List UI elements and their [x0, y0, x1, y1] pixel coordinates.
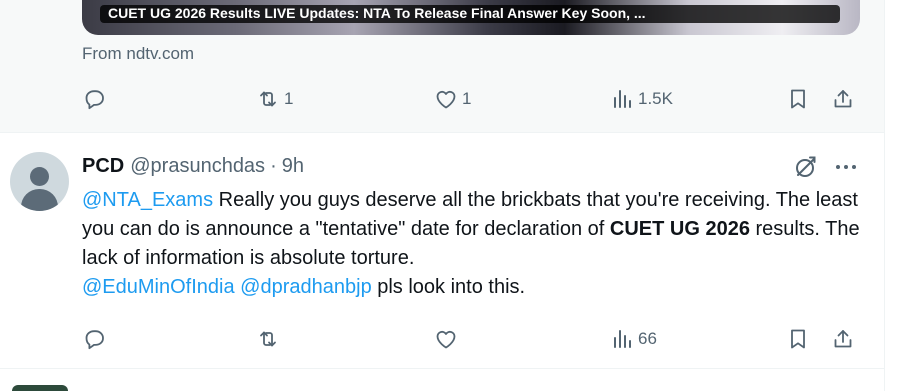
- link-card-headline[interactable]: CUET UG 2026 Results LIVE Updates: NTA T…: [100, 5, 840, 23]
- link-card-source: From ndtv.com: [82, 44, 195, 63]
- views-icon: [614, 90, 631, 108]
- share-icon: [834, 330, 852, 348]
- mention-dpradhanbjp[interactable]: @dpradhanbjp: [240, 276, 372, 298]
- bookmark-button[interactable]: [786, 84, 810, 114]
- next-post-avatar[interactable]: [12, 385, 68, 391]
- timeline: CUET UG 2026 Results LIVE Updates: NTA T…: [0, 0, 884, 391]
- share-icon: [834, 90, 852, 108]
- post-text-bold: CUET UG 2026: [609, 218, 750, 240]
- like-count: 1: [462, 89, 472, 108]
- bookmark-button[interactable]: [786, 324, 810, 354]
- share-button[interactable]: [831, 324, 855, 354]
- post-prasunchdas[interactable]: PCD @prasunchdas · 9h @NTA_Exams Really …: [0, 134, 884, 369]
- post-ndtv-share[interactable]: CUET UG 2026 Results LIVE Updates: NTA T…: [0, 0, 884, 133]
- avatar[interactable]: [10, 152, 69, 211]
- views-count: 66: [638, 329, 657, 348]
- page-gutter: [884, 0, 901, 391]
- views-button[interactable]: 66: [610, 324, 657, 354]
- mention-eduminofindia[interactable]: @EduMinOfIndia: [82, 276, 235, 298]
- reply-button[interactable]: [82, 84, 110, 114]
- separator-dot: ·: [270, 154, 277, 177]
- more-icon[interactable]: [832, 156, 860, 178]
- like-icon: [436, 330, 456, 349]
- avatar-head-shape: [30, 167, 49, 186]
- repost-count: 1: [284, 89, 294, 108]
- post-actions-bar: 1 1 1.5K: [82, 84, 860, 114]
- user-handle[interactable]: @prasunchdas: [130, 155, 265, 178]
- display-name[interactable]: PCD: [82, 155, 124, 178]
- views-button[interactable]: 1.5K: [610, 84, 673, 114]
- repost-button[interactable]: 1: [256, 84, 293, 114]
- post-text-segment: pls look into this.: [371, 276, 526, 298]
- views-icon: [614, 330, 631, 348]
- repost-icon: [260, 91, 276, 107]
- reply-button[interactable]: [82, 324, 110, 354]
- views-count: 1.5K: [638, 89, 673, 108]
- post-timestamp[interactable]: 9h: [282, 155, 304, 178]
- post-header: PCD @prasunchdas · 9h: [82, 154, 304, 178]
- repost-icon: [260, 331, 276, 347]
- reply-icon: [85, 330, 104, 350]
- grok-icon[interactable]: [793, 154, 819, 180]
- like-button[interactable]: [434, 324, 462, 354]
- like-icon: [436, 90, 456, 109]
- like-button[interactable]: 1: [434, 84, 471, 114]
- bookmark-icon: [791, 329, 805, 349]
- post-actions-bar: 66: [82, 324, 860, 354]
- share-button[interactable]: [831, 84, 855, 114]
- post-text: @NTA_Exams Really you guys deserve all t…: [82, 186, 872, 302]
- link-card-image[interactable]: CUET UG 2026 Results LIVE Updates: NTA T…: [82, 0, 860, 35]
- bookmark-icon: [791, 89, 805, 109]
- avatar-body-shape: [21, 189, 58, 211]
- reply-icon: [85, 90, 104, 110]
- mention-nta-exams[interactable]: @NTA_Exams: [82, 189, 213, 211]
- repost-button[interactable]: [256, 324, 284, 354]
